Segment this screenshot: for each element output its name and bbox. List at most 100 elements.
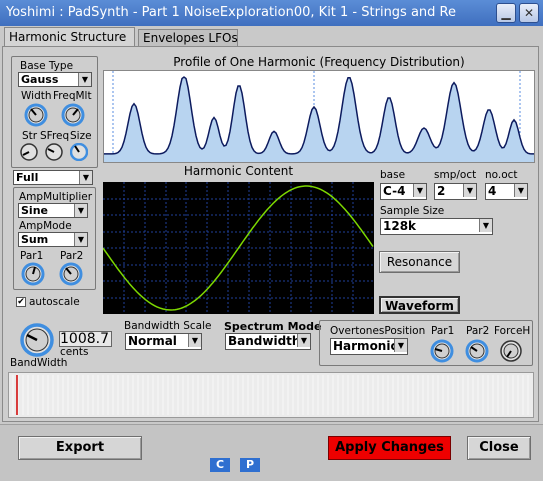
close-icon: ✕ <box>523 6 535 20</box>
base-note-select[interactable]: C-4 ▼ <box>380 183 427 200</box>
sfreq-label: SFreq <box>40 130 70 142</box>
resonance-button-label: Resonance <box>386 255 453 269</box>
bandwidth-label: BandWidth <box>10 357 68 369</box>
str-knob[interactable] <box>20 143 38 161</box>
tab-envelopes-lfos-label: Envelopes LFOs <box>143 31 238 45</box>
amp-mode-select[interactable]: Sum ▼ <box>18 232 88 247</box>
chevron-down-icon: ▼ <box>479 219 492 232</box>
amp-par2-label: Par2 <box>60 250 84 262</box>
sample-size-value: 128k <box>383 219 417 233</box>
str-label: Str <box>22 130 38 142</box>
chevron-down-icon: ▼ <box>79 171 92 184</box>
base-note-value: C-4 <box>383 184 406 198</box>
chevron-down-icon: ▼ <box>297 334 310 347</box>
smp-oct-select[interactable]: 2 ▼ <box>434 183 477 200</box>
sfreq-knob[interactable] <box>45 143 63 161</box>
no-oct-select[interactable]: 4 ▼ <box>485 183 528 200</box>
spectrum-mode-label: Spectrum Mode <box>224 320 322 333</box>
bandwidth-value: 1008.7 <box>60 331 109 347</box>
tab-envelopes-lfos[interactable]: Envelopes LFOs <box>138 29 238 47</box>
width-knob[interactable] <box>24 103 48 127</box>
copy-button[interactable]: C <box>210 458 230 472</box>
window-close-button[interactable]: ✕ <box>519 3 539 23</box>
overtones-forceh-label: ForceH <box>494 325 531 337</box>
overtones-par1-label: Par1 <box>431 325 455 337</box>
chevron-down-icon: ▼ <box>74 204 87 217</box>
tab-harmonic-structure[interactable]: Harmonic Structure <box>4 27 135 47</box>
amp-multiplier-value: Sine <box>21 204 48 217</box>
profile-graph <box>103 70 535 163</box>
window-title-bar: Yoshimi : PadSynth - Part 1 NoiseExplora… <box>0 0 543 26</box>
export-button[interactable]: Export <box>18 436 142 460</box>
overtones-position-select[interactable]: Harmonic ▼ <box>330 338 408 355</box>
sample-size-select[interactable]: 128k ▼ <box>380 218 493 235</box>
base-note-label: base <box>380 169 406 181</box>
bandwidth-knob[interactable] <box>19 322 55 358</box>
apply-changes-label: Apply Changes <box>335 440 444 455</box>
full-select-value: Full <box>16 171 39 184</box>
minimize-icon: ▁ <box>501 6 511 20</box>
overtones-position-value: Harmonic <box>333 339 398 353</box>
overtones-par1-knob[interactable] <box>430 339 454 363</box>
size-knob[interactable] <box>70 143 88 161</box>
autoscale-checkbox[interactable]: ✔ <box>16 297 26 307</box>
sample-size-label: Sample Size <box>380 205 445 217</box>
check-icon: ✔ <box>17 297 25 307</box>
amp-par2-knob[interactable] <box>59 262 83 286</box>
base-type-value: Gauss <box>21 73 59 86</box>
waveform-button[interactable]: Waveform <box>379 296 460 314</box>
bandwidth-scale-select[interactable]: Normal ▼ <box>125 333 202 350</box>
size-label: Size <box>70 130 92 142</box>
harmonic-content-plot <box>102 182 374 314</box>
harmonic-content-title: Harmonic Content <box>183 164 294 178</box>
waveform-button-label: Waveform <box>385 299 454 313</box>
base-type-select[interactable]: Gauss ▼ <box>18 72 92 87</box>
amp-mode-label: AmpMode <box>19 220 72 232</box>
autoscale-label: autoscale <box>29 296 80 308</box>
harmonic-content-graph <box>102 182 374 314</box>
chevron-down-icon: ▼ <box>514 184 527 197</box>
smp-oct-value: 2 <box>437 184 446 198</box>
base-type-label: Base Type <box>20 60 74 72</box>
width-label: Width <box>21 90 52 102</box>
spectrum-strip <box>8 372 534 418</box>
bandwidth-scale-value: Normal <box>128 334 177 348</box>
resonance-button[interactable]: Resonance <box>379 251 460 273</box>
paste-button[interactable]: P <box>240 458 260 472</box>
overtones-par2-label: Par2 <box>466 325 490 337</box>
overtones-par2-knob[interactable] <box>465 339 489 363</box>
copy-button-label: C <box>215 458 225 471</box>
chevron-down-icon: ▼ <box>394 339 407 352</box>
bandwidth-scale-label: Bandwidth Scale <box>124 320 212 332</box>
chevron-down-icon: ▼ <box>463 184 476 197</box>
chevron-down-icon: ▼ <box>413 184 426 197</box>
no-oct-label: no.oct <box>485 169 518 181</box>
amp-multiplier-select[interactable]: Sine ▼ <box>18 203 88 218</box>
close-button[interactable]: Close <box>467 436 531 460</box>
amp-mode-value: Sum <box>21 233 49 246</box>
full-select[interactable]: Full ▼ <box>13 170 93 185</box>
export-button-label: Export <box>55 440 105 455</box>
chevron-down-icon: ▼ <box>188 334 201 347</box>
profile-plot <box>104 71 534 162</box>
minimize-button[interactable]: ▁ <box>496 3 516 23</box>
freqmlt-label: FreqMlt <box>53 90 92 102</box>
no-oct-value: 4 <box>488 184 497 198</box>
overtones-forceh-knob[interactable] <box>499 339 523 363</box>
spectrum-strip-plot <box>12 375 529 415</box>
chevron-down-icon: ▼ <box>74 233 87 246</box>
spectrum-mode-select[interactable]: Bandwidth ▼ <box>225 333 311 350</box>
chevron-down-icon: ▼ <box>78 73 91 86</box>
tab-harmonic-structure-label: Harmonic Structure <box>9 30 127 44</box>
overtones-position-label: OvertonesPosition <box>330 325 426 337</box>
freqmlt-knob[interactable] <box>61 103 85 127</box>
amp-par1-label: Par1 <box>20 250 44 262</box>
close-button-label: Close <box>479 440 519 455</box>
window-title: Yoshimi : PadSynth - Part 1 NoiseExplora… <box>6 5 456 20</box>
amp-par1-knob[interactable] <box>21 262 45 286</box>
amp-multiplier-label: AmpMultiplier <box>19 191 93 203</box>
spectrum-mode-value: Bandwidth <box>228 334 301 348</box>
apply-changes-button[interactable]: Apply Changes <box>328 436 451 460</box>
bandwidth-value-field[interactable]: 1008.7 <box>59 331 112 347</box>
paste-button-label: P <box>245 458 255 471</box>
